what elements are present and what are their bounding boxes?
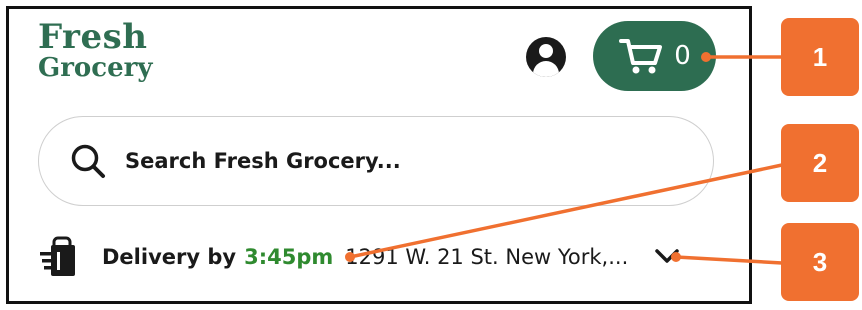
- delivery-address: 1291 W. 21 St. New York,...: [345, 245, 629, 269]
- cart-button[interactable]: 0: [593, 21, 716, 91]
- callout-badge-3: 3: [781, 223, 859, 301]
- cart-icon: [619, 39, 663, 74]
- search-icon: [71, 144, 105, 178]
- callout-badge-1: 1: [781, 18, 859, 96]
- account-icon[interactable]: [526, 37, 566, 77]
- shopping-bag-icon: [40, 236, 75, 276]
- callout-badge-2: 2: [781, 124, 859, 202]
- account-icon-head: [539, 44, 553, 58]
- account-icon-body: [533, 61, 559, 77]
- delivery-time: 3:45pm: [244, 245, 334, 269]
- delivery-bar[interactable]: Delivery by 3:45pm 1291 W. 21 St. New Yo…: [40, 236, 720, 278]
- cart-count: 0: [674, 41, 691, 71]
- chevron-down-icon[interactable]: [654, 247, 680, 267]
- delivery-label: Delivery by: [102, 245, 237, 269]
- logo[interactable]: Fresh Grocery: [38, 20, 152, 81]
- logo-line-2: Grocery: [38, 53, 153, 83]
- logo-line-1: Fresh: [38, 17, 148, 57]
- search-bar[interactable]: Search Fresh Grocery...: [38, 116, 714, 206]
- search-input[interactable]: Search Fresh Grocery...: [125, 149, 401, 173]
